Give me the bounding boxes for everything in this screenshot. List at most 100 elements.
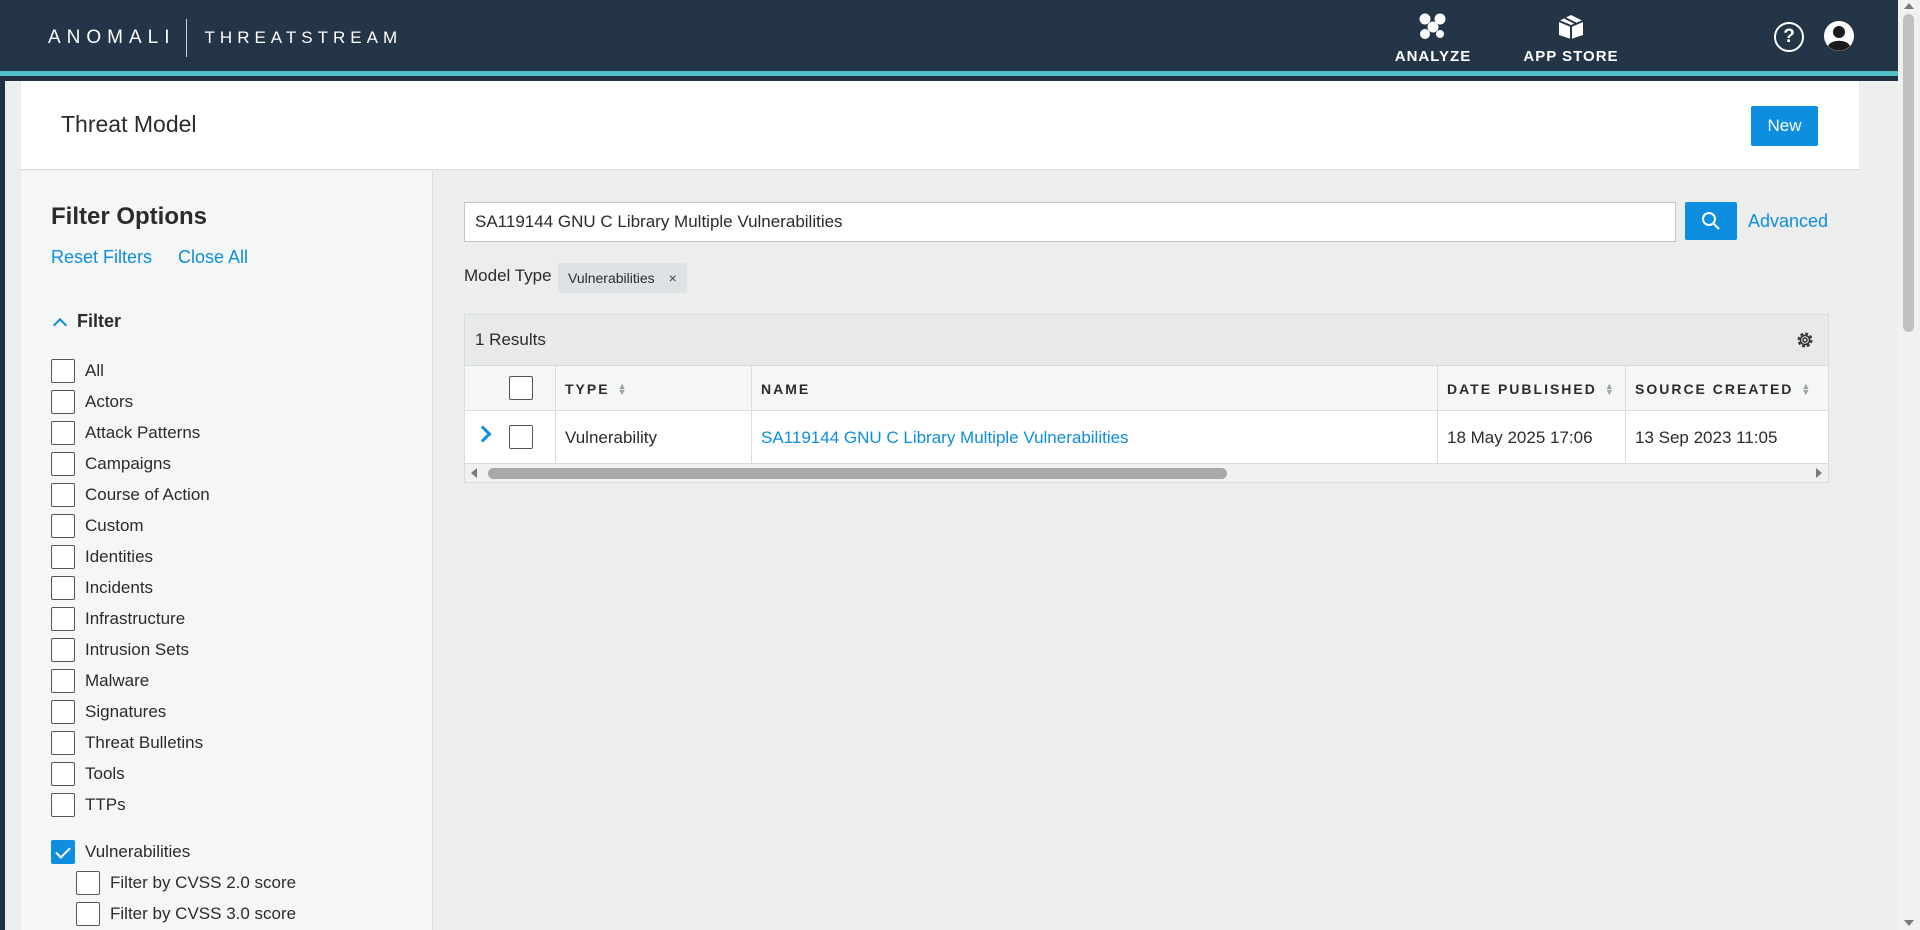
- filter-option-label: Vulnerabilities: [85, 842, 191, 861]
- filter-option-all[interactable]: All: [51, 358, 104, 384]
- filter-option-label: Course of Action: [85, 485, 210, 504]
- column-name-label: NAME: [761, 381, 811, 397]
- page-header: Threat Model New: [21, 81, 1859, 170]
- filter-checkbox[interactable]: [51, 576, 75, 600]
- filter-sub-option-1[interactable]: Filter by CVSS 2.0 score: [76, 870, 296, 896]
- table-row[interactable]: Vulnerability SA119144 GNU C Library Mul…: [465, 411, 1828, 464]
- filter-section-toggle[interactable]: Filter: [51, 311, 121, 332]
- search-input[interactable]: [464, 202, 1676, 242]
- filter-option-actors[interactable]: Actors: [51, 389, 133, 415]
- scroll-up-arrow-icon[interactable]: [1904, 3, 1914, 9]
- filter-checkbox[interactable]: [51, 390, 75, 414]
- horizontal-scroll-thumb[interactable]: [488, 468, 1227, 479]
- scroll-right-arrow-icon[interactable]: [1816, 468, 1822, 478]
- scrollbar-thumb[interactable]: [1903, 14, 1914, 332]
- filter-option-threat-bulletins[interactable]: Threat Bulletins: [51, 730, 203, 756]
- filter-option-label: All: [85, 361, 104, 380]
- column-header-name[interactable]: NAME: [751, 366, 1437, 412]
- search-icon: [1702, 212, 1720, 230]
- filter-option-attack-patterns[interactable]: Attack Patterns: [51, 420, 200, 446]
- filter-checkbox[interactable]: [51, 545, 75, 569]
- page-title: Threat Model: [61, 111, 197, 137]
- logo-divider: [185, 19, 187, 57]
- filter-option-identities[interactable]: Identities: [51, 544, 153, 570]
- advanced-search-link[interactable]: Advanced: [1748, 211, 1828, 232]
- page-content: Threat Model New Filter Options Reset Fi…: [5, 81, 1898, 930]
- filter-checkbox[interactable]: [51, 762, 75, 786]
- filter-option-label: TTPs: [85, 795, 126, 814]
- filter-sub-option-label: Filter by CVSS 2.0 score: [110, 873, 297, 892]
- filter-sub-option-2[interactable]: Filter by CVSS 3.0 score: [76, 901, 296, 927]
- gear-icon[interactable]: [1795, 330, 1815, 350]
- app-store-icon: [1558, 15, 1584, 39]
- chevron-right-icon[interactable]: [474, 425, 492, 443]
- top-navigation-bar: ANOMALI THREATSTREAM ANALYZE APP STORE ?: [0, 0, 1898, 76]
- column-type-label: TYPE: [565, 381, 610, 397]
- filter-option-tools[interactable]: Tools: [51, 761, 125, 787]
- anomali-logo[interactable]: ANOMALI THREATSTREAM: [48, 19, 402, 57]
- filter-option-intrusion-sets[interactable]: Intrusion Sets: [51, 637, 189, 663]
- filter-option-ttps[interactable]: TTPs: [51, 792, 126, 818]
- row-name-link[interactable]: SA119144 GNU C Library Multiple Vulnerab…: [761, 428, 1129, 448]
- filter-option-course-of-action[interactable]: Course of Action: [51, 482, 210, 508]
- column-header-type[interactable]: TYPE ▲ ▼: [555, 366, 751, 412]
- nav-analyze[interactable]: ANALYZE: [1393, 12, 1473, 70]
- filter-option-malware[interactable]: Malware: [51, 668, 149, 694]
- user-avatar-icon[interactable]: [1823, 20, 1855, 52]
- cell-name: SA119144 GNU C Library Multiple Vulnerab…: [751, 411, 1437, 464]
- select-all-checkbox[interactable]: [509, 376, 533, 400]
- filter-checkbox[interactable]: [51, 669, 75, 693]
- help-icon[interactable]: ?: [1774, 22, 1804, 52]
- column-header-date-published[interactable]: DATE PUBLISHED ▲ ▼: [1437, 366, 1625, 412]
- new-button[interactable]: New: [1751, 106, 1818, 146]
- filter-option-label: Malware: [85, 671, 150, 690]
- close-all-link[interactable]: Close All: [178, 247, 248, 268]
- row-checkbox[interactable]: [509, 425, 533, 449]
- filter-sub-option-label: Filter by CVSS 3.0 score: [110, 904, 297, 923]
- filter-option-campaigns[interactable]: Campaigns: [51, 451, 171, 477]
- filter-checkbox[interactable]: [51, 607, 75, 631]
- scroll-left-arrow-icon[interactable]: [471, 468, 477, 478]
- filter-option-label: Signatures: [85, 702, 167, 721]
- sort-icon: ▲ ▼: [617, 381, 629, 397]
- table-horizontal-scrollbar[interactable]: [465, 464, 1828, 482]
- filter-option-incidents[interactable]: Incidents: [51, 575, 153, 601]
- analyze-icon: [1419, 13, 1446, 39]
- filter-checkbox[interactable]: [51, 840, 75, 864]
- nav-app-store[interactable]: APP STORE: [1521, 12, 1621, 70]
- filter-option-label: Tools: [85, 764, 125, 783]
- filter-checkbox[interactable]: [51, 731, 75, 755]
- filter-option-vulnerabilities[interactable]: Vulnerabilities: [51, 839, 190, 865]
- filter-option-label: Actors: [85, 392, 134, 411]
- filter-option-label: Campaigns: [85, 454, 171, 473]
- column-date-published-label: DATE PUBLISHED: [1447, 381, 1597, 397]
- filter-option-custom[interactable]: Custom: [51, 513, 144, 539]
- sort-icon: ▲ ▼: [1604, 381, 1616, 397]
- chip-remove-icon[interactable]: ×: [669, 270, 677, 286]
- window-scrollbar[interactable]: [1898, 0, 1920, 930]
- filter-option-infrastructure[interactable]: Infrastructure: [51, 606, 185, 632]
- filter-checkbox[interactable]: [51, 793, 75, 817]
- filter-option-label: Custom: [85, 516, 144, 535]
- filter-checkbox[interactable]: [51, 359, 75, 383]
- filter-checkbox[interactable]: [51, 483, 75, 507]
- filter-checkbox[interactable]: [51, 638, 75, 662]
- filter-section-label: Filter: [77, 311, 122, 331]
- filter-checkbox[interactable]: [51, 700, 75, 724]
- filter-checkbox[interactable]: [51, 514, 75, 538]
- search-button[interactable]: [1685, 202, 1737, 240]
- filter-option-label: Identities: [85, 547, 154, 566]
- filter-checkbox[interactable]: [51, 452, 75, 476]
- filter-checkbox[interactable]: [76, 902, 100, 926]
- filter-option-signatures[interactable]: Signatures: [51, 699, 166, 725]
- column-header-source-created[interactable]: SOURCE CREATED ▲ ▼: [1625, 366, 1825, 412]
- scroll-down-arrow-icon[interactable]: [1904, 920, 1914, 926]
- cell-date-published: 18 May 2025 17:06: [1437, 411, 1625, 464]
- reset-filters-link[interactable]: Reset Filters: [51, 247, 152, 268]
- results-header: 1 Results: [465, 315, 1828, 365]
- model-type-chip: Vulnerabilities ×: [558, 263, 687, 293]
- filter-checkbox[interactable]: [51, 421, 75, 445]
- nav-app-store-label: APP STORE: [1523, 48, 1619, 65]
- filter-sidebar: Filter Options Reset Filters Close All F…: [21, 171, 433, 930]
- filter-checkbox[interactable]: [76, 871, 100, 895]
